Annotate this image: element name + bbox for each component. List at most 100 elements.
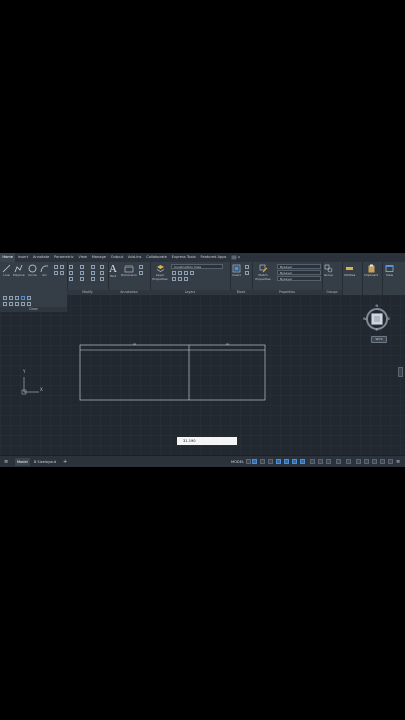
rectangle-icon[interactable] — [54, 265, 58, 269]
viewcube[interactable]: N S W E — [363, 304, 390, 332]
erase-icon[interactable] — [100, 265, 104, 269]
offset-icon[interactable] — [100, 277, 104, 281]
donut-icon[interactable] — [9, 302, 13, 306]
isodraft-toggle-icon[interactable] — [284, 459, 289, 464]
array-icon[interactable] — [91, 277, 95, 281]
polar-toggle-icon[interactable] — [276, 459, 281, 464]
hamburger-menu-icon[interactable]: ≡ — [4, 458, 8, 466]
polygon-icon[interactable] — [21, 296, 25, 300]
region-icon[interactable] — [60, 271, 64, 275]
xline-icon[interactable] — [9, 296, 13, 300]
object-snap-tracking-icon[interactable] — [292, 459, 297, 464]
units-icon[interactable] — [364, 459, 369, 464]
lineweight-dropdown[interactable]: ByLayer — [277, 276, 321, 281]
dynamic-input-toggle-icon[interactable] — [268, 459, 273, 464]
tab-parametric[interactable]: Parametric — [52, 253, 76, 262]
dimension-tool[interactable]: Dimension — [121, 264, 137, 277]
point-icon[interactable] — [3, 302, 7, 306]
workspace-switch-icon[interactable] — [346, 459, 351, 464]
add-layout-button[interactable]: + — [63, 458, 67, 466]
transparency-toggle-icon[interactable] — [318, 459, 323, 464]
stretch-icon[interactable] — [69, 277, 73, 281]
match-layer-icon[interactable] — [178, 277, 182, 281]
polyline-tool[interactable]: Polyline — [13, 264, 25, 277]
revcloud-icon[interactable] — [27, 296, 31, 300]
dimension-icon — [124, 265, 134, 273]
linetype-dropdown[interactable]: ByLayer — [277, 270, 321, 275]
table-icon[interactable] — [139, 271, 143, 275]
copy-icon[interactable] — [69, 271, 73, 275]
modify-panel: Modify — [67, 262, 109, 295]
snap-toggle-icon[interactable] — [252, 459, 257, 464]
move-icon[interactable] — [69, 265, 73, 269]
ortho-toggle-icon[interactable] — [260, 459, 265, 464]
layer-walk-icon[interactable] — [184, 277, 188, 281]
color-dropdown[interactable]: ByLayer — [277, 264, 321, 269]
tab-featured-apps[interactable]: Featured Apps — [198, 253, 229, 262]
layer-properties-tool[interactable]: Layer Properties — [151, 264, 169, 281]
layer-dropdown[interactable]: Construction lines — [171, 264, 223, 269]
match-properties-tool[interactable]: Match Properties — [254, 264, 272, 281]
clipboard-tool[interactable]: Clipboard — [364, 264, 378, 277]
tab-addins[interactable]: Add-ins — [126, 253, 144, 262]
wcs-menu[interactable]: WCS — [371, 336, 387, 343]
annotation-scale-icon[interactable] — [336, 459, 341, 464]
helix-icon[interactable] — [27, 302, 31, 306]
explode-icon[interactable] — [100, 271, 104, 275]
spline-icon[interactable] — [3, 296, 7, 300]
isolate-objects-icon[interactable] — [380, 459, 385, 464]
tab-output[interactable]: Output — [108, 253, 125, 262]
tab-model[interactable]: Model — [15, 458, 30, 466]
make-current-icon[interactable] — [172, 277, 176, 281]
ellipse-icon[interactable] — [60, 265, 64, 269]
view-tool[interactable]: View — [385, 264, 394, 277]
wipeout-icon[interactable] — [21, 302, 25, 306]
line-tool[interactable]: Line — [2, 264, 11, 277]
drawing-canvas[interactable]: Y X N S W E WCS 31.190 — [0, 295, 405, 456]
utilities-tool[interactable]: Utilities — [344, 264, 355, 277]
quick-properties-icon[interactable] — [372, 459, 377, 464]
model-space-button[interactable]: MODEL — [231, 458, 244, 466]
insert-block-tool[interactable]: Insert — [232, 264, 241, 277]
linetype-value: ByLayer — [280, 271, 293, 275]
create-block-icon[interactable] — [245, 265, 249, 269]
tab-express-tools[interactable]: Express Tools — [169, 253, 198, 262]
tab-manage[interactable]: Manage — [89, 253, 108, 262]
ribbon-toggle-icon[interactable] — [231, 255, 241, 260]
annotation-monitor-icon[interactable] — [356, 459, 361, 464]
layer-off-icon[interactable] — [172, 271, 176, 275]
tab-insert[interactable]: Insert — [15, 253, 30, 262]
layer-freeze-icon[interactable] — [184, 271, 188, 275]
osnap-toggle-icon[interactable] — [300, 459, 305, 464]
tab-annotate[interactable]: Annotate — [31, 253, 52, 262]
boundary-icon[interactable] — [15, 302, 19, 306]
tab-collaborate[interactable]: Collaborate — [144, 253, 169, 262]
mirror-icon[interactable] — [80, 271, 84, 275]
grid-toggle-icon[interactable] — [246, 459, 251, 464]
customize-status-icon[interactable]: ≡ — [396, 458, 400, 466]
leader-icon[interactable] — [139, 265, 143, 269]
tab-layout[interactable]: 8 Sizeⅼayout — [34, 458, 56, 466]
text-icon: A — [109, 263, 117, 275]
clean-screen-icon[interactable] — [388, 459, 393, 464]
text-tool[interactable]: A Text — [109, 263, 117, 279]
arc-tool[interactable]: Arc — [40, 264, 49, 277]
layer-lock-icon[interactable] — [190, 271, 194, 275]
layer-isolate-icon[interactable] — [178, 271, 182, 275]
dynamic-input-tooltip[interactable]: 31.190 — [177, 437, 237, 445]
circle-tool[interactable]: Circle — [28, 264, 37, 277]
tab-view[interactable]: View — [76, 253, 89, 262]
navigation-bar[interactable] — [398, 367, 403, 377]
ray-icon[interactable] — [15, 296, 19, 300]
trim-icon[interactable] — [91, 265, 95, 269]
draw-panel-title[interactable]: Draw — [0, 307, 67, 312]
hatch-icon[interactable] — [54, 271, 58, 275]
rotate-icon[interactable] — [80, 265, 84, 269]
outer-rectangle[interactable] — [79, 344, 266, 401]
lineweight-toggle-icon[interactable] — [310, 459, 315, 464]
fillet-icon[interactable] — [91, 271, 95, 275]
selection-cycling-icon[interactable] — [326, 459, 331, 464]
edit-block-icon[interactable] — [245, 271, 249, 275]
scale-icon[interactable] — [80, 277, 84, 281]
group-tool[interactable]: Group — [324, 264, 333, 277]
